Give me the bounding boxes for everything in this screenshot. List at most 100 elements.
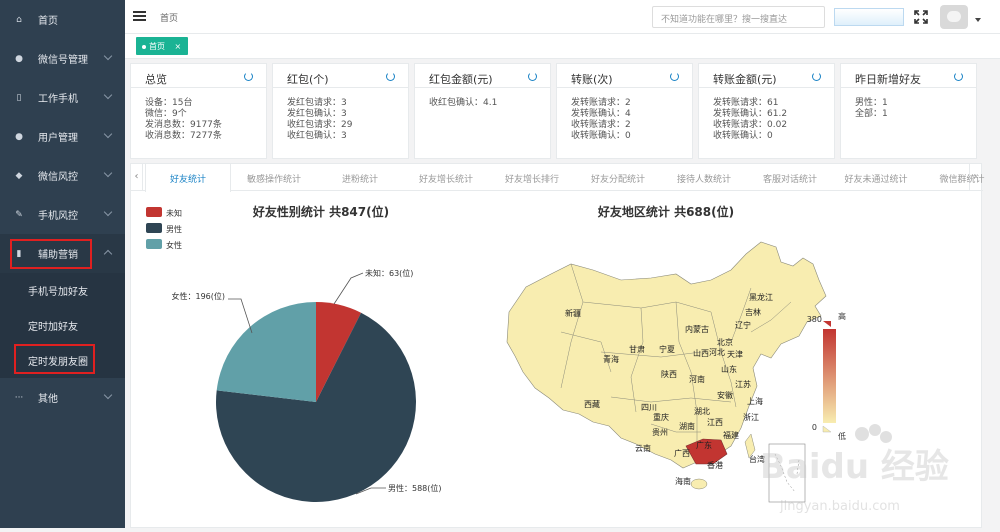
legend-label: 女性 — [166, 240, 182, 250]
card-stat-line: 男性：1 — [855, 98, 888, 108]
search-input[interactable]: 不知道功能在哪里？搜一搜直达 — [652, 6, 825, 28]
card-stat-line: 微信：9个 — [145, 109, 187, 119]
map-region-label: 新疆 — [565, 308, 581, 318]
map-region-label: 湖南 — [679, 421, 695, 431]
tab-stat-3[interactable]: 好友增长统计 — [403, 164, 489, 191]
sidebar-item-4[interactable]: ◆ 微信风控 — [0, 156, 125, 195]
map-region-label: 江西 — [707, 418, 723, 427]
map-region-label: 西藏 — [584, 399, 600, 409]
map-region-label: 海南 — [675, 476, 691, 486]
fullscreen-icon[interactable] — [914, 10, 928, 24]
sidebar-item-label: 首页 — [38, 16, 58, 27]
map-region-label: 四川 — [641, 403, 657, 412]
watermark-url: jingyan.baidu.com — [779, 499, 900, 514]
sidebar: ⌂ 首页 ● 微信号管理 ▯ 工作手机 ● 用户管理 ◆ 微信风控 ✎ 手机风控 ▮ 辅助营销 手机号加好友… — [0, 0, 125, 528]
baidu-watermark: Baidu 经验 jingyan.baidu.com — [760, 424, 949, 514]
pie-label-line — [333, 272, 364, 305]
map-region-label: 重庆 — [653, 412, 669, 422]
visual-map-high-label: 高 — [838, 311, 846, 321]
sidebar-item-label: 手机风控 — [38, 211, 78, 222]
close-icon[interactable]: × — [175, 42, 182, 51]
map-region-label: 福建 — [723, 430, 739, 440]
avatar[interactable] — [940, 5, 968, 29]
refresh-icon[interactable] — [386, 72, 395, 81]
sidebar-item-5[interactable]: ✎ 手机风控 — [0, 195, 125, 234]
card-stat-line: 收红包请求：29 — [287, 120, 353, 130]
map-region-label: 河北 — [709, 347, 725, 357]
card-stat-line: 发红包请求：3 — [287, 98, 347, 108]
sidebar-item-label: 用户管理 — [38, 133, 78, 144]
chevron-up-icon — [103, 249, 113, 259]
refresh-icon[interactable] — [812, 72, 821, 81]
card-title-text: 总览 — [145, 73, 167, 86]
tabs-scroll-left-icon[interactable]: ‹ — [131, 164, 143, 191]
chevron-down-icon — [103, 207, 113, 217]
page-tab-bar: 首页 × — [125, 34, 1000, 59]
top-bar: 首页 不知道功能在哪里？搜一搜直达 — [125, 0, 1000, 34]
map-region-label: 陕西 — [661, 369, 677, 379]
summary-card: 昨日新增好友 男性：1 全部：1 — [840, 63, 977, 159]
chevron-down-icon — [103, 90, 113, 100]
tab-stat-7[interactable]: 客服对话统计 — [747, 164, 833, 191]
highlight-box-moments — [14, 344, 95, 374]
card-stat-line: 收转账确认：0 — [571, 131, 631, 141]
tab-stat-6[interactable]: 接待人数统计 — [661, 164, 747, 191]
refresh-icon[interactable] — [954, 72, 963, 81]
card-stat-line: 发红包确认：3 — [287, 109, 347, 119]
sidebar-item-1[interactable]: ● 微信号管理 — [0, 39, 125, 78]
legend-swatch — [146, 207, 162, 217]
map-region-label: 香港 — [707, 460, 723, 470]
map-region-label: 广东 — [696, 440, 712, 450]
card-stat-line: 收红包确认：4.1 — [429, 98, 498, 108]
chevron-down-icon[interactable] — [975, 18, 981, 22]
map-region-label: 辽宁 — [735, 320, 751, 330]
menu-toggle-icon[interactable] — [133, 11, 146, 21]
tab-stat-8[interactable]: 好友未通过统计 — [833, 164, 919, 191]
legend-label: 未知 — [166, 208, 182, 218]
map-region-label: 黑龙江 — [749, 292, 773, 302]
sidebar-subitem-1[interactable]: 定时加好友 — [0, 308, 125, 343]
map-region-label: 青海 — [603, 354, 619, 364]
refresh-icon[interactable] — [244, 72, 253, 81]
summary-card: 总览 设备：15台 微信：9个 发消息数：9177条 收消息数：7277条 — [130, 63, 267, 159]
sidebar-item-label: 微信风控 — [38, 172, 78, 183]
chevron-down-icon — [103, 51, 113, 61]
card-body: 收红包确认：4.1 — [415, 88, 550, 109]
user-icon: ● — [15, 131, 23, 142]
card-title: 红包(个) — [273, 64, 408, 88]
breadcrumb[interactable]: 首页 — [160, 11, 178, 24]
card-stat-line: 发转账请求：2 — [571, 98, 631, 108]
card-title-text: 昨日新增好友 — [855, 73, 921, 86]
sidebar-item-2[interactable]: ▯ 工作手机 — [0, 78, 125, 117]
card-body: 男性：1 全部：1 — [841, 88, 976, 120]
sidebar-item-0[interactable]: ⌂ 首页 — [0, 0, 125, 39]
sidebar-item-7[interactable]: ··· 其他 — [0, 378, 125, 417]
card-title-text: 红包金额(元) — [429, 73, 493, 86]
card-body: 发红包请求：3 发红包确认：3 收红包请求：29 收红包确认：3 — [273, 88, 408, 142]
sidebar-subitem-0[interactable]: 手机号加好友 — [0, 273, 125, 308]
tab-stat-4[interactable]: 好友增长排行 — [489, 164, 575, 191]
sidebar-item-label: 其他 — [38, 394, 58, 405]
refresh-icon[interactable] — [670, 72, 679, 81]
tab-stat-9[interactable]: 微信群统计 — [919, 164, 1000, 191]
card-stat-line: 全部：1 — [855, 109, 888, 119]
card-stat-line: 收红包确认：3 — [287, 131, 347, 141]
card-title: 红包金额(元) — [415, 64, 550, 88]
map-region-label: 北京 — [717, 337, 733, 347]
refresh-icon[interactable] — [528, 72, 537, 81]
map-region-label: 云南 — [635, 443, 651, 453]
tab-stat-1[interactable]: 敏感操作统计 — [231, 164, 317, 191]
pie-label-line — [228, 298, 253, 334]
map-region-label: 贵州 — [652, 427, 668, 437]
card-stat-line: 收转账请求：0.02 — [713, 120, 788, 130]
tab-stat-0[interactable]: 好友统计 — [145, 164, 231, 192]
map-region-label: 宁夏 — [659, 344, 675, 354]
card-stat-line: 发转账确认：4 — [571, 109, 631, 119]
account-select[interactable] — [834, 8, 904, 26]
tab-stat-2[interactable]: 进粉统计 — [317, 164, 403, 191]
more-icon: ··· — [14, 392, 24, 403]
sidebar-item-3[interactable]: ● 用户管理 — [0, 117, 125, 156]
tab-home[interactable]: 首页 × — [136, 37, 188, 55]
tab-stat-5[interactable]: 好友分配统计 — [575, 164, 661, 191]
visual-map-top-handle — [823, 321, 831, 327]
